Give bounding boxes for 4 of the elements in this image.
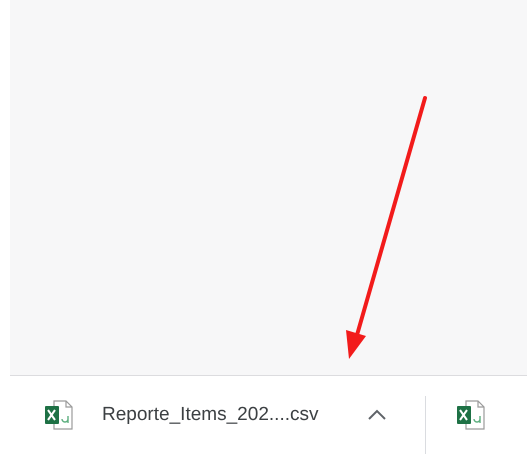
file-name[interactable]: Reporte_Items_202....csv bbox=[102, 400, 318, 430]
chevron-up-icon bbox=[366, 409, 386, 421]
spreadsheet-file-icon bbox=[456, 399, 486, 431]
spreadsheet-file-icon bbox=[44, 399, 74, 431]
